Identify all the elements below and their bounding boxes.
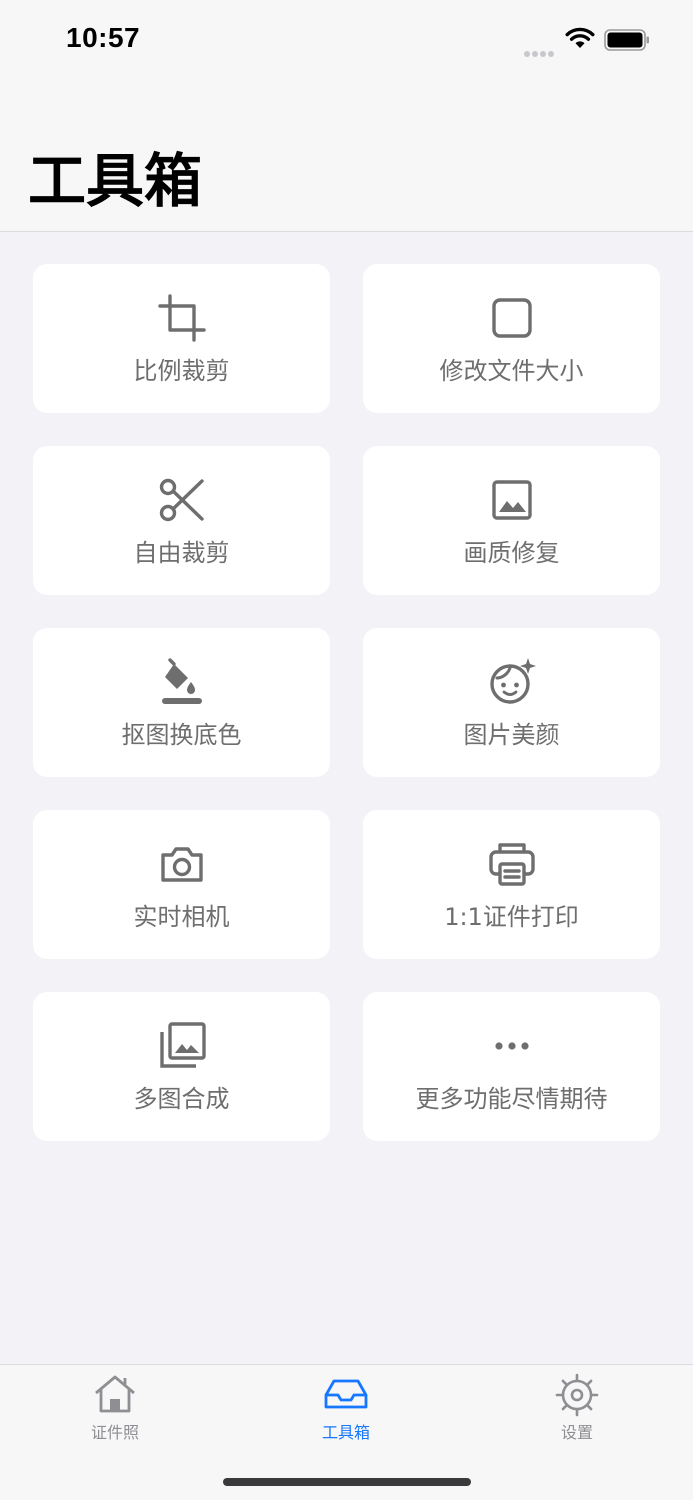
tool-label: 抠图换底色 bbox=[121, 721, 242, 749]
tab-settings[interactable]: 设置 bbox=[477, 1365, 677, 1455]
tool-label: 修改文件大小 bbox=[439, 357, 584, 385]
paint-bucket-icon bbox=[156, 656, 208, 708]
crop-icon bbox=[156, 292, 208, 344]
tab-toolbox[interactable]: 工具箱 bbox=[246, 1365, 446, 1455]
tool-card-quality-repair[interactable]: 画质修复 bbox=[363, 446, 660, 595]
home-indicator bbox=[223, 1478, 471, 1486]
signal-icon bbox=[524, 42, 556, 61]
tool-card-free-crop[interactable]: 自由裁剪 bbox=[33, 446, 330, 595]
printer-icon bbox=[486, 838, 538, 890]
tool-card-multi-merge[interactable]: 多图合成 bbox=[33, 992, 330, 1141]
tool-label: 多图合成 bbox=[133, 1085, 230, 1113]
status-bar: 10:57 bbox=[0, 0, 693, 80]
scissors-icon bbox=[156, 474, 208, 526]
gear-icon bbox=[554, 1371, 600, 1417]
nav-header: 工具箱 bbox=[0, 80, 693, 232]
tab-label: 设置 bbox=[560, 1423, 593, 1442]
wifi-icon bbox=[564, 26, 596, 54]
tool-card-more[interactable]: 更多功能尽情期待 bbox=[363, 992, 660, 1141]
tab-id-photo[interactable]: 证件照 bbox=[15, 1365, 215, 1455]
tool-label: 比例裁剪 bbox=[133, 357, 230, 385]
tab-label: 证件照 bbox=[90, 1423, 139, 1442]
tool-grid: 比例裁剪 修改文件大小 自由裁剪 画质修复 抠图换底色 图片美颜 实时相机 1:… bbox=[33, 264, 660, 1141]
tool-card-beauty[interactable]: 图片美颜 bbox=[363, 628, 660, 777]
page-title: 工具箱 bbox=[28, 147, 203, 215]
tool-label: 更多功能尽情期待 bbox=[415, 1085, 608, 1113]
camera-icon bbox=[156, 838, 208, 890]
tool-card-ratio-crop[interactable]: 比例裁剪 bbox=[33, 264, 330, 413]
tool-label: 实时相机 bbox=[133, 903, 230, 931]
tool-label: 1:1证件打印 bbox=[444, 903, 579, 931]
tool-label: 画质修复 bbox=[463, 539, 560, 567]
face-sparkle-icon bbox=[486, 656, 538, 708]
home-icon bbox=[92, 1371, 138, 1417]
tab-label: 工具箱 bbox=[321, 1423, 370, 1442]
inbox-icon bbox=[323, 1371, 369, 1417]
status-time: 10:57 bbox=[66, 22, 141, 53]
tool-card-cutout-background[interactable]: 抠图换底色 bbox=[33, 628, 330, 777]
battery-icon bbox=[604, 29, 650, 55]
image-icon bbox=[486, 474, 538, 526]
tool-card-resize-file[interactable]: 修改文件大小 bbox=[363, 264, 660, 413]
photo-library-icon bbox=[156, 1020, 208, 1072]
square-icon bbox=[486, 292, 538, 344]
tool-label: 自由裁剪 bbox=[133, 539, 230, 567]
tool-label: 图片美颜 bbox=[463, 721, 560, 749]
tool-card-live-camera[interactable]: 实时相机 bbox=[33, 810, 330, 959]
more-icon bbox=[486, 1020, 538, 1072]
tool-card-id-print[interactable]: 1:1证件打印 bbox=[363, 810, 660, 959]
